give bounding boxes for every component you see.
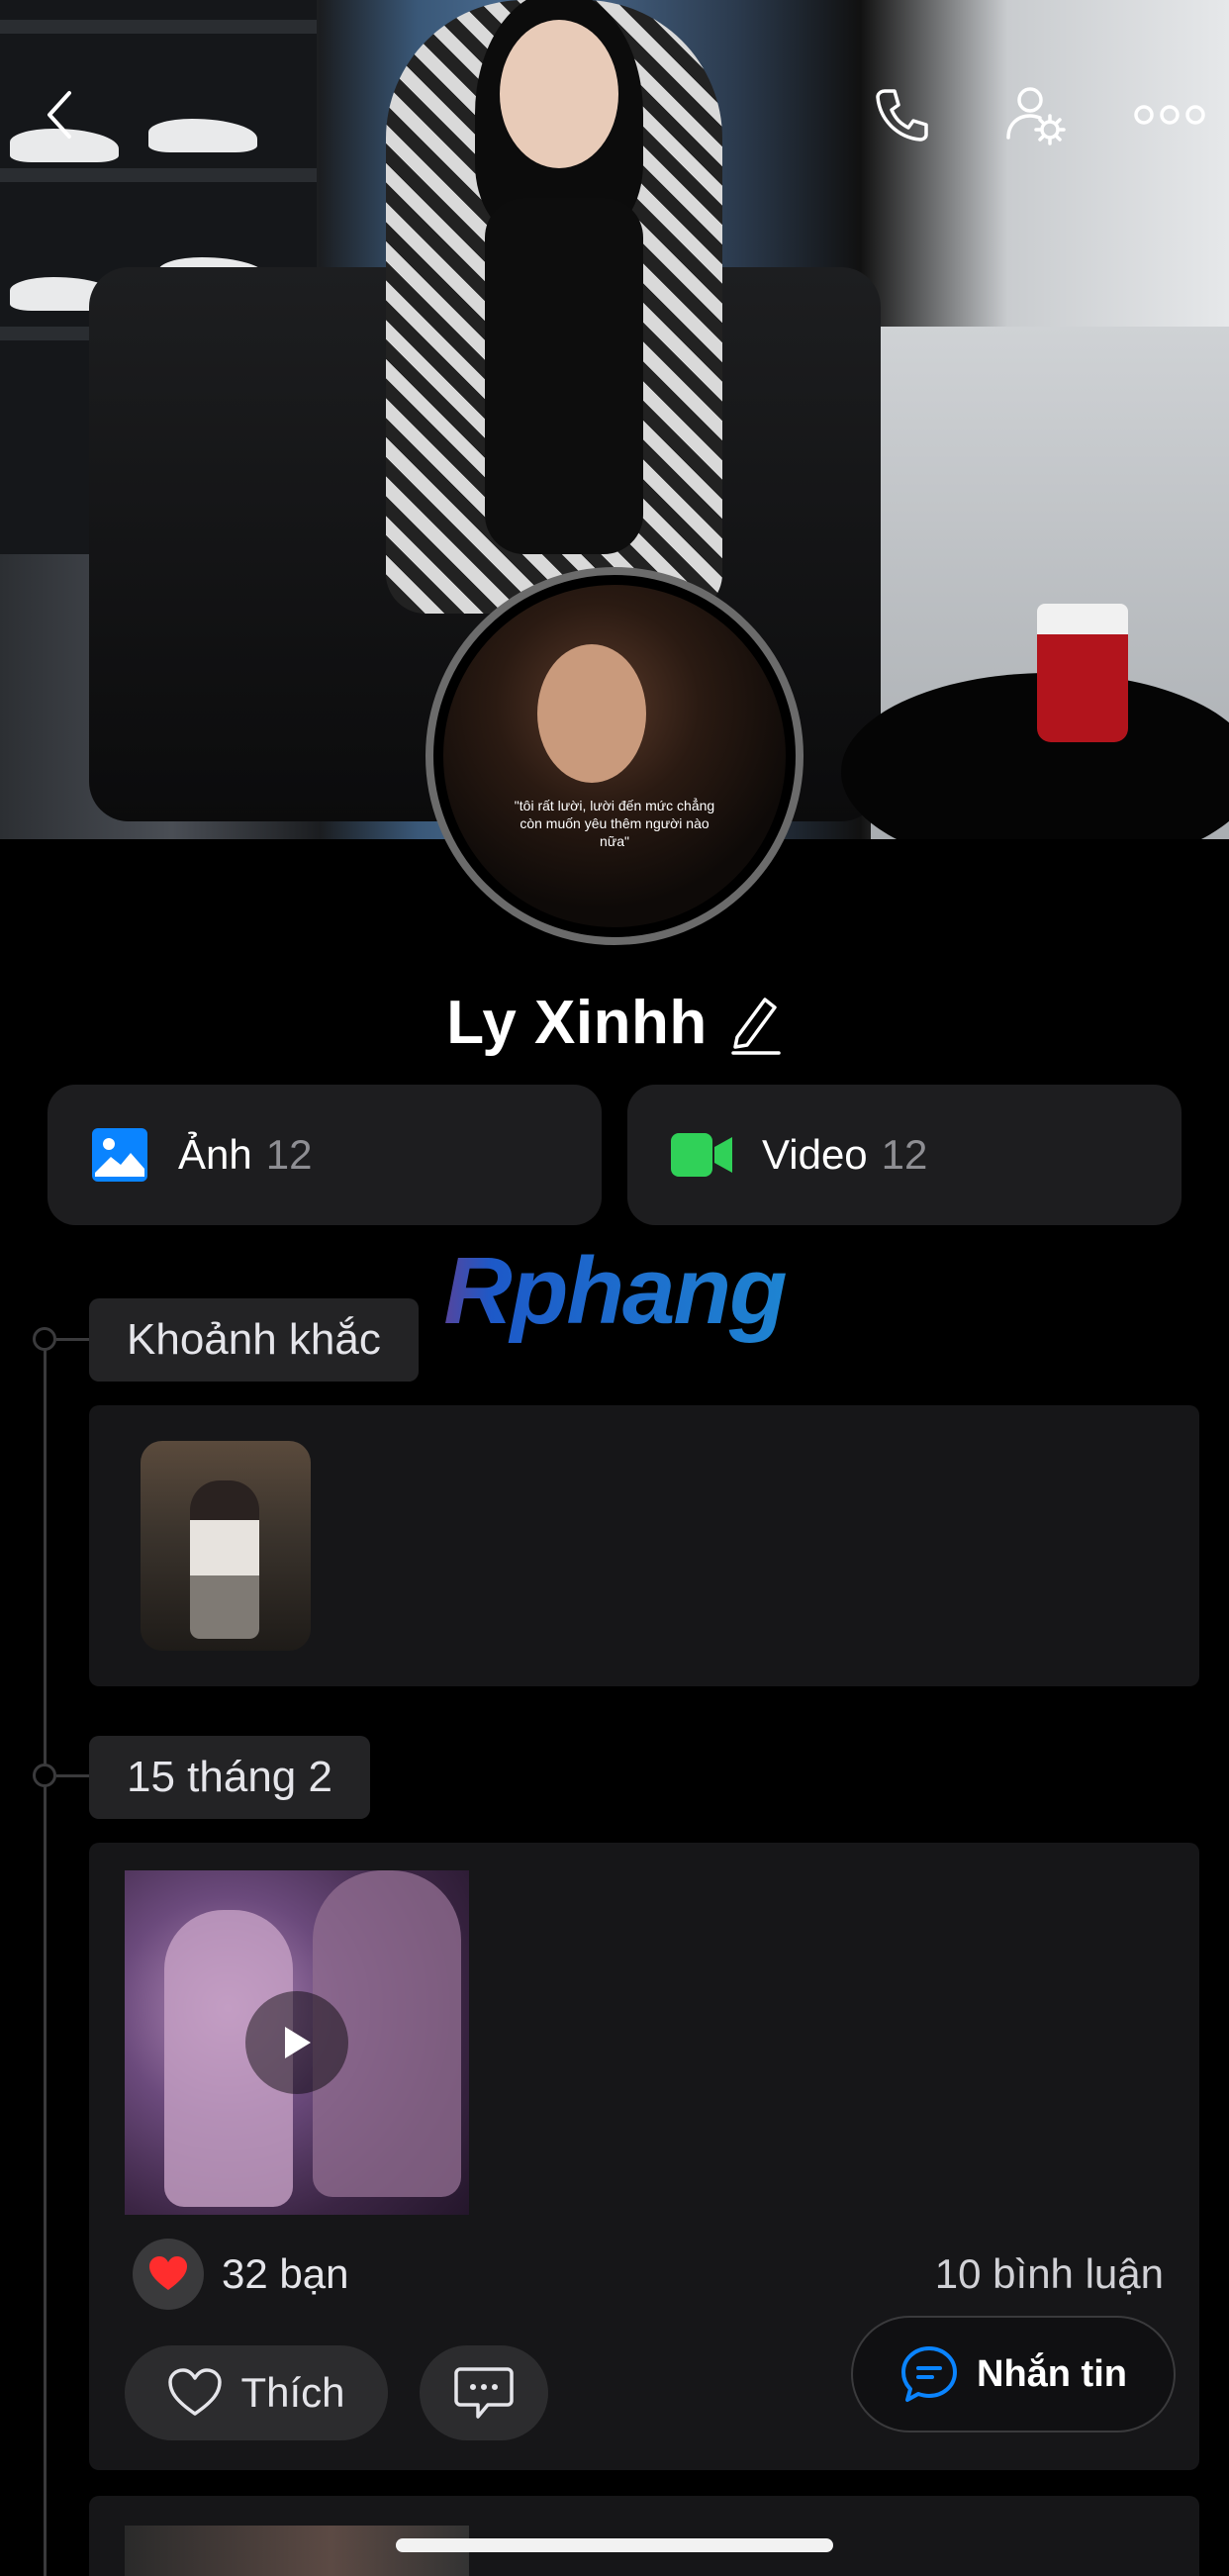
cover-shelf-line xyxy=(0,20,317,34)
photos-button[interactable]: Ảnh 12 xyxy=(47,1085,602,1225)
more-horizontal-icon xyxy=(1134,105,1205,125)
home-indicator[interactable] xyxy=(396,2538,833,2552)
photos-count: 12 xyxy=(265,1131,313,1178)
profile-name-row: Ly Xinhh xyxy=(0,988,1229,1058)
profile-avatar[interactable]: "tôi rất lười, lười đến mức chẳng còn mu… xyxy=(425,567,804,945)
message-label: Nhắn tin xyxy=(977,2352,1127,2395)
profile-settings-button[interactable] xyxy=(999,79,1071,150)
play-button[interactable] xyxy=(245,1991,348,2094)
videos-count: 12 xyxy=(881,1131,928,1178)
heart-outline-icon xyxy=(168,2368,223,2416)
pencil-icon[interactable] xyxy=(729,992,783,1055)
avatar-quote: "tôi rất lười, lười đến mức chẳng còn mu… xyxy=(514,798,715,849)
reaction-count: 32 bạn xyxy=(222,2250,349,2297)
user-gear-icon xyxy=(1006,87,1066,145)
call-button[interactable] xyxy=(867,79,938,150)
video-camera-icon xyxy=(671,1133,732,1177)
video-thumbnail[interactable] xyxy=(125,1870,469,2215)
timeline-dot xyxy=(33,1764,56,1787)
timeline-connector xyxy=(56,1338,90,1341)
chevron-left-icon xyxy=(47,91,71,139)
timeline-connector xyxy=(56,1774,90,1777)
reaction-summary[interactable]: 32 bạn xyxy=(133,2239,348,2310)
message-icon xyxy=(901,2346,957,2402)
avatar-image: "tôi rất lười, lười đến mức chẳng còn mu… xyxy=(443,585,786,927)
post-date-title: 15 tháng 2 xyxy=(89,1736,370,1819)
heart-icon xyxy=(149,2256,187,2290)
image-icon xyxy=(92,1128,147,1182)
play-icon xyxy=(285,2027,311,2058)
moments-card xyxy=(89,1405,1199,1686)
avatar-face xyxy=(537,644,646,783)
back-button[interactable] xyxy=(24,79,95,150)
cover-face xyxy=(500,20,618,168)
timeline-line xyxy=(44,1339,47,2576)
like-button[interactable]: Thích xyxy=(125,2345,388,2440)
moment-figure xyxy=(190,1480,259,1639)
message-button[interactable]: Nhắn tin xyxy=(851,2316,1176,2433)
phone-icon xyxy=(876,89,928,142)
like-label: Thích xyxy=(240,2369,345,2416)
profile-name: Ly Xinhh xyxy=(446,989,708,1057)
cover-torso xyxy=(485,198,643,554)
cover-cup xyxy=(1037,604,1128,742)
cover-shelf-line xyxy=(0,168,317,182)
timeline-dot xyxy=(33,1327,56,1351)
reaction-badge xyxy=(133,2239,204,2310)
videos-button[interactable]: Video 12 xyxy=(627,1085,1182,1225)
comment-button[interactable] xyxy=(420,2345,548,2440)
comment-count[interactable]: 10 bình luận xyxy=(935,2250,1164,2298)
moments-section-title: Khoảnh khắc xyxy=(89,1298,419,1382)
chat-bubble-icon xyxy=(454,2367,514,2419)
next-post-card xyxy=(89,2496,1199,2576)
videos-label: Video xyxy=(762,1131,868,1178)
photos-label: Ảnh xyxy=(178,1131,252,1178)
more-button[interactable] xyxy=(1128,79,1211,150)
moment-thumbnail[interactable] xyxy=(141,1441,311,1651)
